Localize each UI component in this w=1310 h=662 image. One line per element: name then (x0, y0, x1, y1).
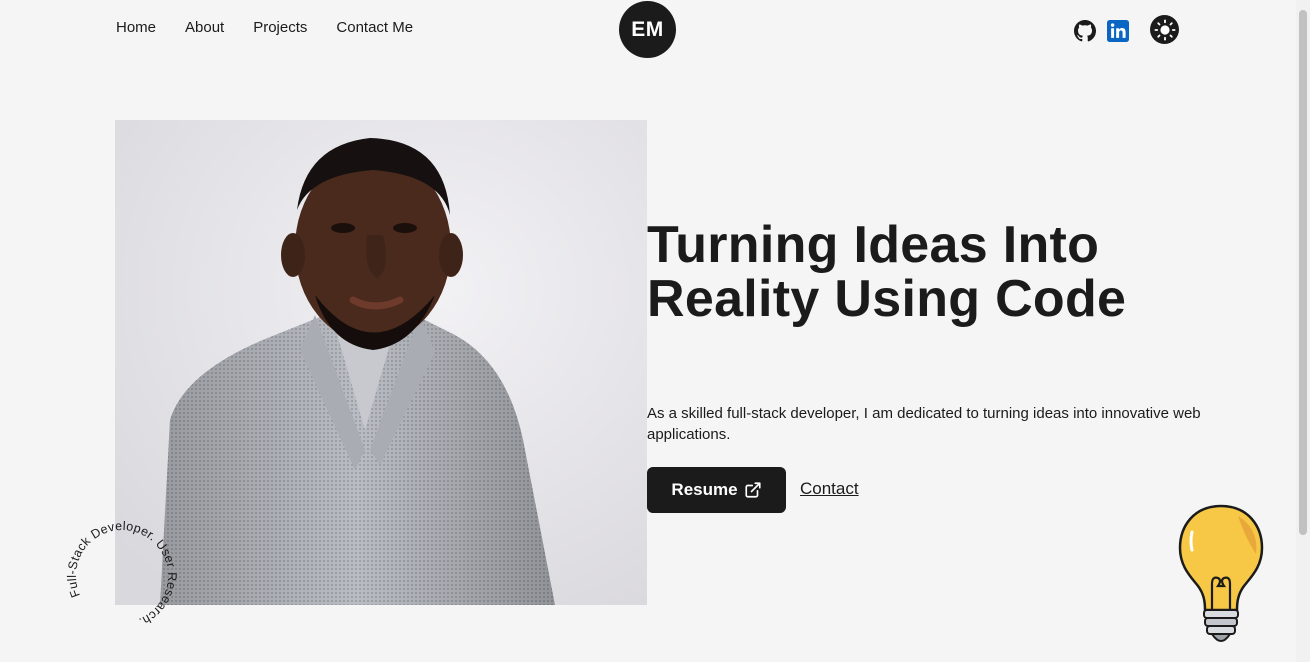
linkedin-icon[interactable] (1107, 19, 1129, 42)
profile-photo (115, 120, 647, 605)
rotating-skills-badge: Full-Stack Developer. User Research. (46, 500, 198, 652)
social-links (1074, 15, 1179, 44)
nav-link-home[interactable]: Home (116, 19, 156, 36)
resume-button[interactable]: Resume (647, 467, 786, 513)
circular-text: Full-Stack Developer. User Research. (46, 500, 198, 652)
nav-link-about[interactable]: About (185, 19, 224, 36)
github-icon[interactable] (1074, 19, 1096, 42)
external-link-icon (744, 482, 761, 498)
sun-icon (1153, 18, 1176, 41)
nav-link-contact-me[interactable]: Contact Me (336, 19, 413, 36)
lightbulb-icon (1172, 502, 1270, 654)
hero-title: Turning Ideas Into Reality Using Code (647, 216, 1127, 328)
nav-links: Home About Projects Contact Me (116, 19, 413, 36)
top-navbar: Home About Projects Contact Me EM (0, 0, 1296, 58)
logo[interactable]: EM (619, 1, 676, 58)
nav-link-projects[interactable]: Projects (253, 19, 307, 36)
contact-link[interactable]: Contact (800, 479, 859, 499)
theme-toggle-button[interactable] (1150, 15, 1179, 44)
scrollbar-thumb[interactable] (1299, 10, 1307, 535)
resume-button-label: Resume (671, 480, 738, 499)
svg-text:Full-Stack Developer. User Res: Full-Stack Developer. User Research. (62, 516, 182, 636)
page-scrollbar[interactable] (1296, 0, 1310, 662)
hero-description: As a skilled full-stack developer, I am … (647, 405, 1201, 443)
